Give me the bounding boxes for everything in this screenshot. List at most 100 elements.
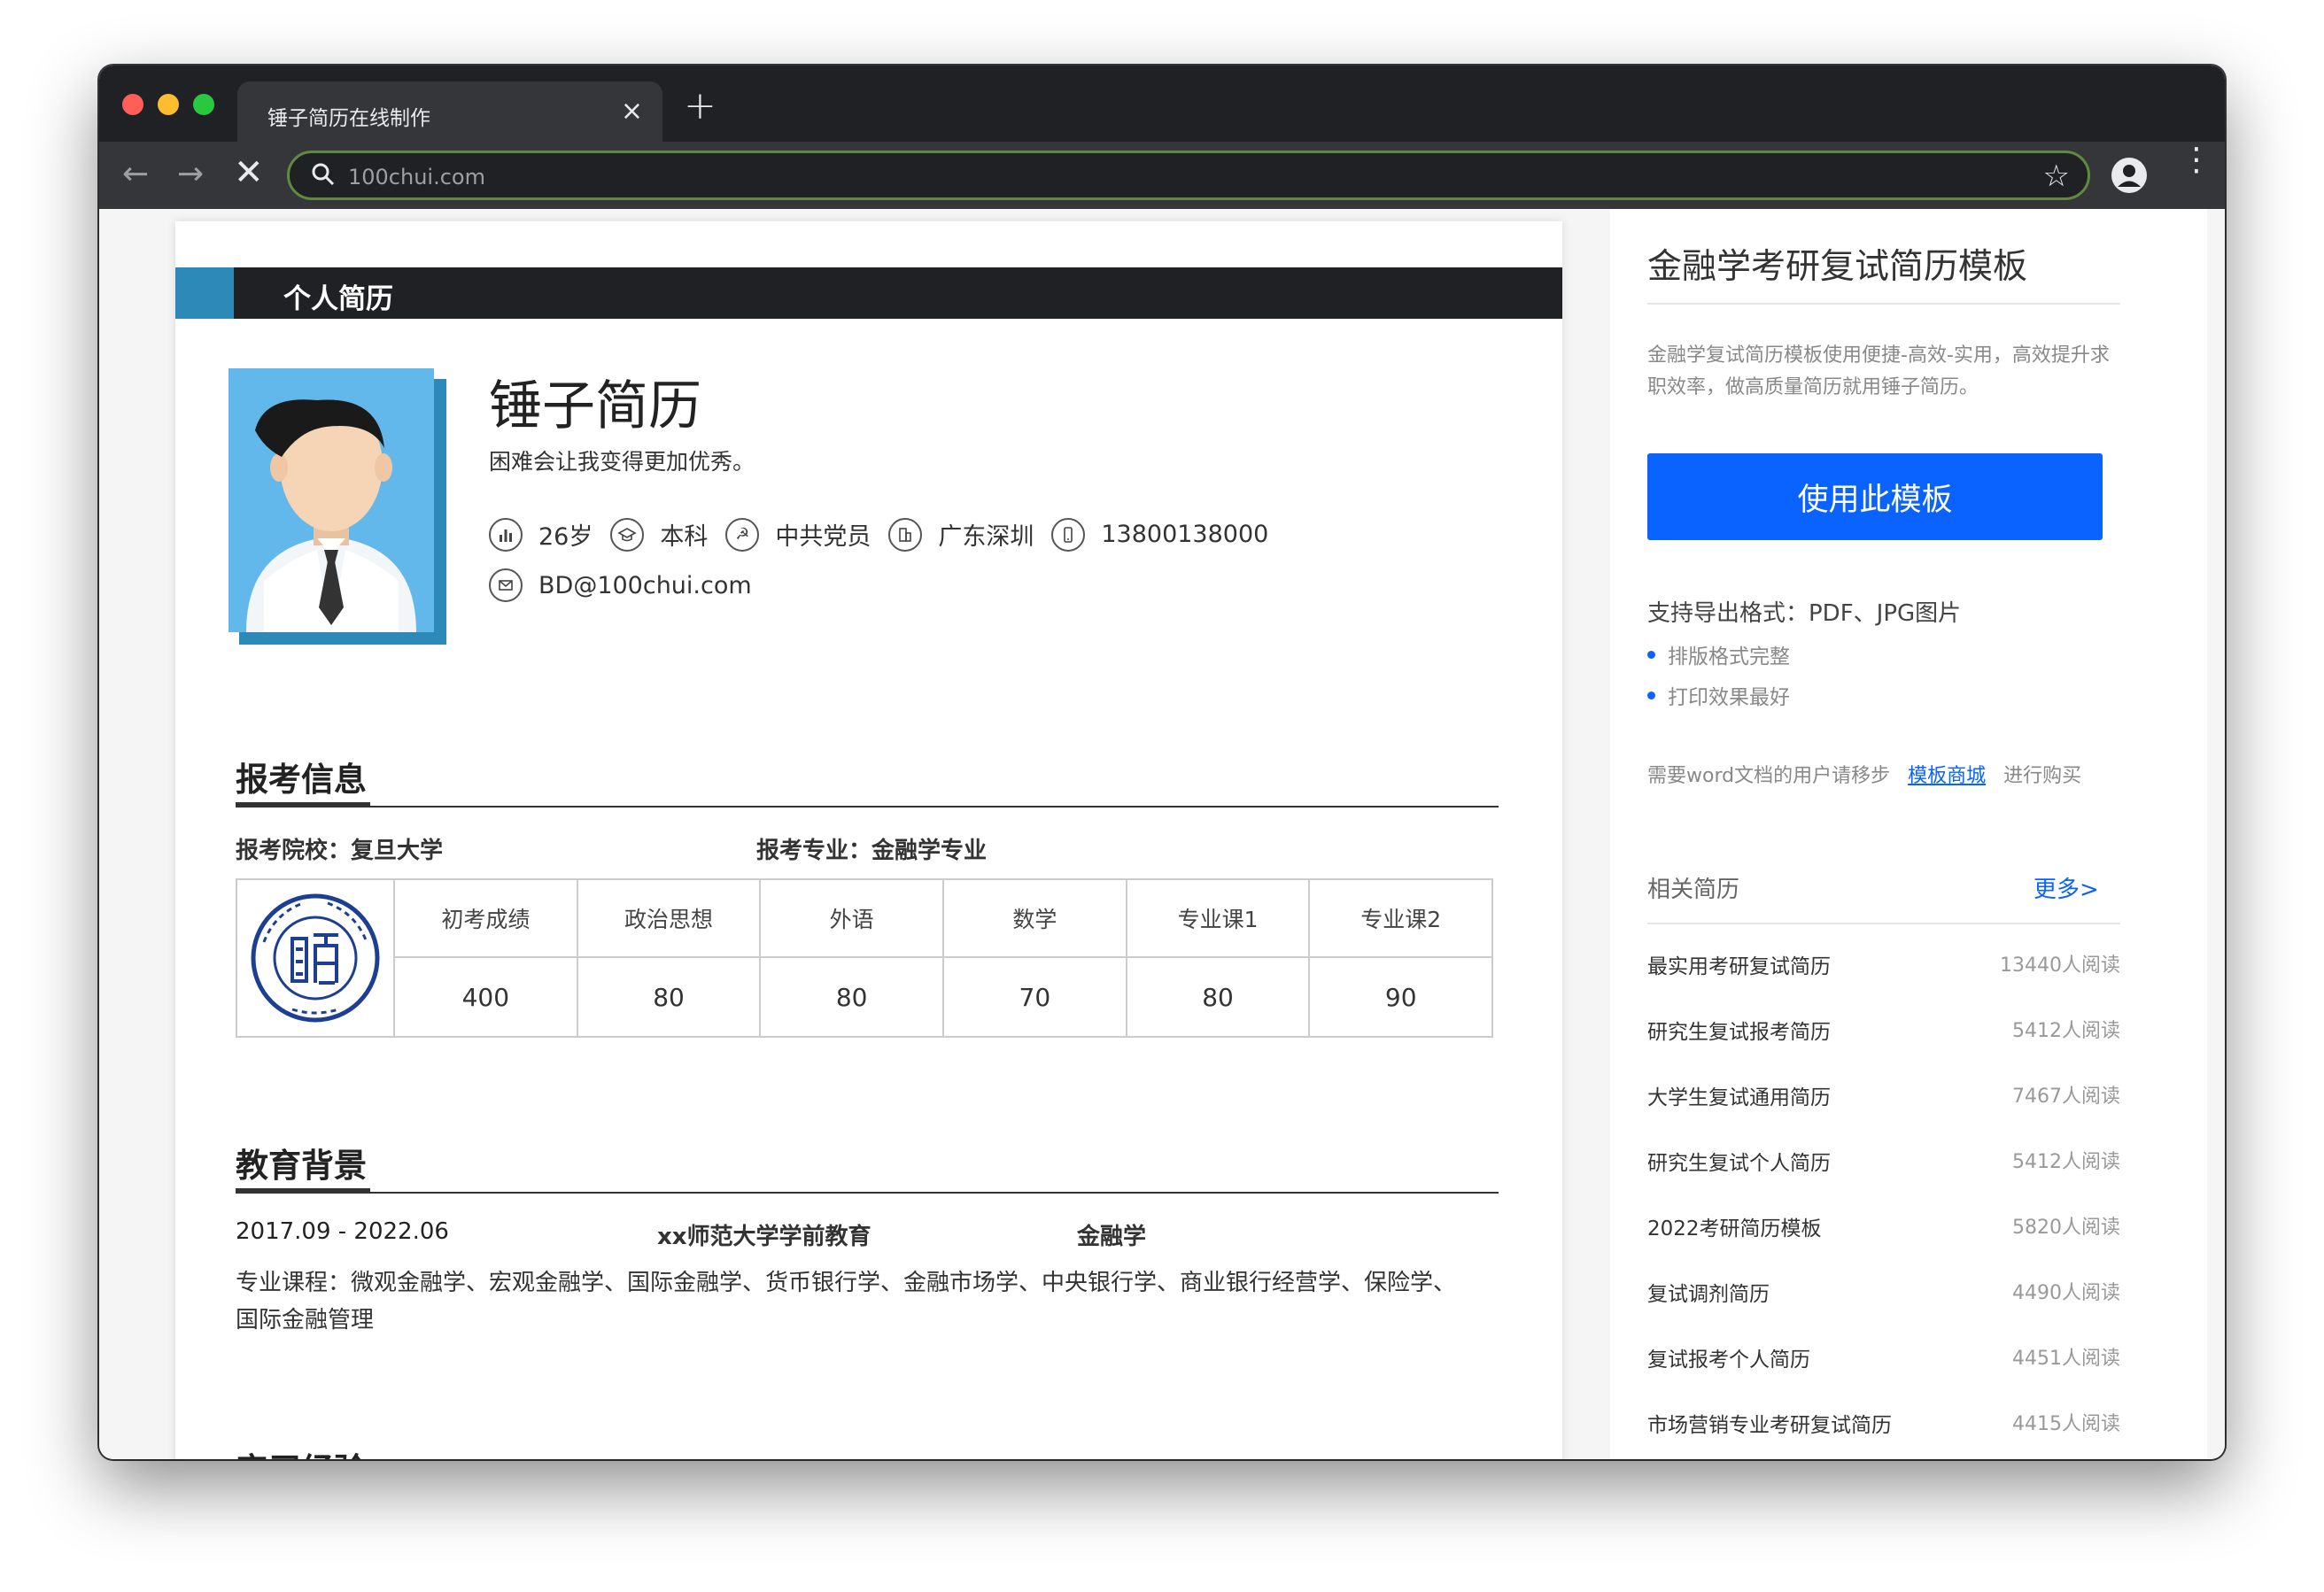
politics-value: 中共党员: [775, 523, 872, 551]
read-count: 5412人阅读: [2012, 1151, 2120, 1173]
resume-header-bar: 个人简历: [175, 267, 1562, 319]
contact-info-row: BD@100chui.com: [489, 568, 770, 602]
minimize-window-button[interactable]: [158, 94, 179, 115]
location-value: 广东深圳: [938, 523, 1034, 551]
list-item[interactable]: 复试报考个人简历 4451人阅读: [1647, 1342, 2120, 1408]
score-subject: 专业课1: [1127, 880, 1309, 958]
resume-preview: 个人简历 锤子简历 困难会让我变得更加优秀。 26岁 本科 ☭ 中共党员 广东深…: [175, 221, 1562, 1459]
read-count: 4490人阅读: [2012, 1282, 2120, 1304]
zoom-window-button[interactable]: [193, 94, 214, 115]
close-window-button[interactable]: [122, 94, 143, 115]
list-item[interactable]: 研究生复试个人简历 5412人阅读: [1647, 1146, 2120, 1211]
list-item[interactable]: 研究生复试报考简历 5412人阅读: [1647, 1015, 2120, 1080]
score-subject: 外语: [761, 880, 943, 958]
exam-section-divider: [236, 806, 1499, 808]
info-phone: 13800138000: [1051, 517, 1268, 552]
use-template-button[interactable]: 使用此模板: [1647, 453, 2103, 540]
resume-name: 锤子简历: [489, 375, 701, 437]
tab-title: 锤子简历在线制作: [267, 107, 430, 130]
degree-value: 本科: [660, 523, 709, 551]
bullet-dot-icon: [1647, 650, 1655, 659]
export-format-label: 支持导出格式：PDF、JPG图片: [1647, 600, 1962, 627]
related-resume-name[interactable]: 复试报考个人简历: [1647, 1342, 1810, 1408]
score-subject: 初考成绩: [395, 880, 577, 958]
search-icon: [312, 163, 335, 186]
list-item[interactable]: 2022考研简历模板 5820人阅读: [1647, 1211, 2120, 1277]
related-resume-name[interactable]: 研究生复试个人简历: [1647, 1146, 1831, 1211]
header-accent: [175, 267, 234, 319]
read-count: 4415人阅读: [2012, 1413, 2120, 1435]
info-degree: 本科: [610, 517, 708, 552]
related-resume-name[interactable]: 研究生复试报考简历: [1647, 1015, 1831, 1080]
feature-bullet: 排版格式完整: [1647, 639, 1790, 669]
list-item[interactable]: 大学生复试通用简历 7467人阅读: [1647, 1080, 2120, 1146]
bookmark-star-icon[interactable]: ☆: [2043, 158, 2070, 194]
education-section-title: 教育背景: [236, 1147, 367, 1185]
more-link[interactable]: 更多>: [2034, 871, 2099, 904]
score-table: 初考成绩 400 政治思想 80 外语 80 数学 70 专业课1 80 专业课…: [236, 878, 1493, 1038]
building-icon: [888, 517, 923, 552]
word-notice: 需要word文档的用户请移步 模板商城 进行购买: [1647, 760, 2081, 788]
education-courses-line2: 国际金融管理: [236, 1307, 375, 1333]
fudan-university-logo-icon: [251, 893, 380, 1023]
feature-text: 排版格式完整: [1668, 645, 1790, 668]
score-value: 80: [835, 982, 868, 1012]
related-resume-list: 最实用考研复试简历 13440人阅读 研究生复试报考简历 5412人阅读 大学生…: [1647, 949, 2120, 1459]
score-column: 专业课2 90: [1310, 880, 1492, 1036]
score-column: 政治思想 80: [577, 880, 762, 1036]
email-value: BD@100chui.com: [538, 571, 752, 599]
age-value: 26岁: [538, 523, 593, 551]
back-arrow-icon[interactable]: ←: [122, 156, 149, 192]
related-resume-name[interactable]: 2022考研简历模板: [1647, 1211, 1822, 1277]
read-count: 13440人阅读: [2000, 954, 2120, 977]
address-bar[interactable]: 100chui.com ☆: [287, 151, 2090, 200]
score-value: 90: [1384, 982, 1417, 1012]
education-school: xx师范大学学前教育: [657, 1224, 872, 1250]
score-column: 初考成绩 400: [395, 880, 578, 1036]
resume-header-title: 个人简历: [283, 283, 393, 315]
avatar: [229, 368, 434, 632]
university-logo-cell: [237, 880, 395, 1036]
score-column: 数学 70: [944, 880, 1127, 1036]
related-resume-name[interactable]: 复试调剂简历: [1647, 1277, 1770, 1342]
browser-window: 锤子简历在线制作 × + ← → ✕ 100chui.com ☆ ⋮ 个人简历 …: [99, 66, 2225, 1459]
browser-tab[interactable]: 锤子简历在线制作 ×: [237, 81, 662, 142]
exam-school: 报考院校：复旦大学: [236, 838, 444, 864]
list-item[interactable]: 市场营销专业考研复试简历 4415人阅读: [1647, 1408, 2120, 1459]
url-text[interactable]: 100chui.com: [348, 165, 485, 189]
score-column: 外语 80: [761, 880, 945, 1036]
education-section-underline: [236, 1188, 370, 1193]
email-icon: [489, 568, 523, 602]
tab-close-icon[interactable]: ×: [621, 96, 643, 127]
score-value: 80: [653, 982, 685, 1012]
feature-text: 打印效果最好: [1668, 686, 1790, 709]
new-tab-button[interactable]: +: [684, 83, 717, 128]
info-politics: ☭ 中共党员: [725, 517, 871, 552]
related-resume-name[interactable]: 市场营销专业考研复试简历: [1647, 1408, 1892, 1459]
more-menu-icon[interactable]: ⋮: [2181, 144, 2212, 176]
related-resume-name[interactable]: 最实用考研复试简历: [1647, 949, 1831, 1015]
list-item[interactable]: 最实用考研复试简历 13440人阅读: [1647, 949, 2120, 1015]
exam-major: 报考专业：金融学专业: [756, 838, 988, 864]
word-notice-prefix: 需要word文档的用户请移步: [1647, 765, 1891, 787]
related-resume-name[interactable]: 大学生复试通用简历: [1647, 1080, 1831, 1146]
graduation-cap-icon: [610, 517, 645, 552]
related-resumes-title: 相关简历: [1647, 877, 1740, 903]
sidebar-divider: [1647, 303, 2120, 305]
profile-avatar-icon[interactable]: [2111, 158, 2147, 193]
stop-loading-icon[interactable]: ✕: [234, 152, 264, 193]
template-store-link[interactable]: 模板商城: [1908, 760, 1986, 788]
education-period: 2017.09 - 2022.06: [236, 1218, 449, 1245]
template-sidebar: 金融学考研复试简历模板 金融学复试简历模板使用便捷-高效-实用，高效提升求职效率…: [1610, 209, 2207, 1459]
list-item[interactable]: 复试调剂简历 4490人阅读: [1647, 1277, 2120, 1342]
info-email: BD@100chui.com: [489, 568, 752, 602]
internship-section-title: 实习经验: [236, 1443, 367, 1459]
info-location: 广东深圳: [888, 517, 1034, 552]
score-value: 70: [1019, 982, 1051, 1012]
education-major: 金融学: [1077, 1224, 1147, 1250]
feature-bullet: 打印效果最好: [1647, 680, 1790, 710]
phone-icon: [1051, 517, 1086, 552]
bullet-dot-icon: [1647, 691, 1655, 699]
forward-arrow-icon[interactable]: →: [177, 156, 204, 192]
education-section-divider: [236, 1192, 1499, 1194]
